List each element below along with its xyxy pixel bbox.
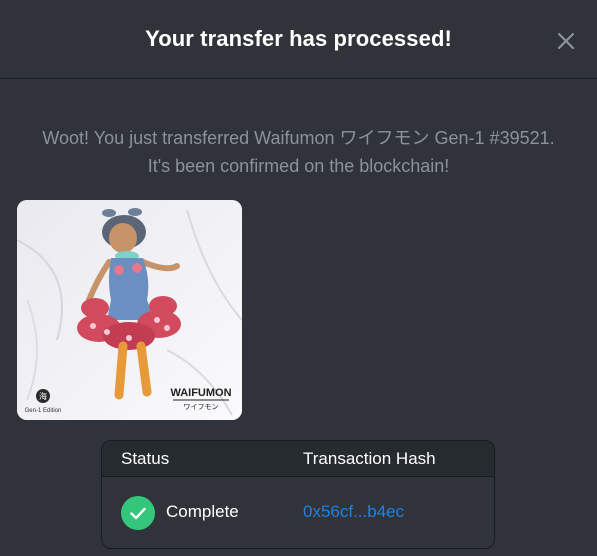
check-circle-icon	[121, 496, 155, 530]
nft-brand-sub: ワイフモン	[184, 403, 219, 411]
edition-label: Gen-1 Edition	[25, 408, 62, 414]
close-icon	[557, 32, 575, 50]
nft-brand: WAIFUMON	[170, 387, 231, 399]
transfer-message-line-2: It's been confirmed on the blockchain!	[147, 156, 450, 176]
status-value: Complete	[166, 502, 239, 521]
transaction-table: Status Transaction Hash Complete 0x56cf.…	[101, 440, 495, 549]
transaction-table-header: Status Transaction Hash	[102, 441, 494, 477]
modal-title: Your transfer has processed!	[145, 26, 452, 51]
hash-column-header: Transaction Hash	[303, 449, 436, 468]
nft-image: 海 Gen-1 Edition WAIFUMON ワイフモン	[17, 200, 242, 420]
status-column-header: Status	[121, 449, 170, 468]
transfer-message: Woot! You just transferred Waifumon ワイフモ…	[0, 124, 597, 180]
table-row: Complete 0x56cf...b4ec	[102, 477, 494, 548]
transaction-hash-link[interactable]: 0x56cf...b4ec	[303, 502, 404, 522]
svg-text:海: 海	[39, 391, 47, 401]
transfer-message-line-1: Woot! You just transferred Waifumon ワイフモ…	[42, 128, 555, 148]
modal-header: Your transfer has processed!	[0, 0, 597, 79]
close-button[interactable]	[553, 28, 579, 54]
